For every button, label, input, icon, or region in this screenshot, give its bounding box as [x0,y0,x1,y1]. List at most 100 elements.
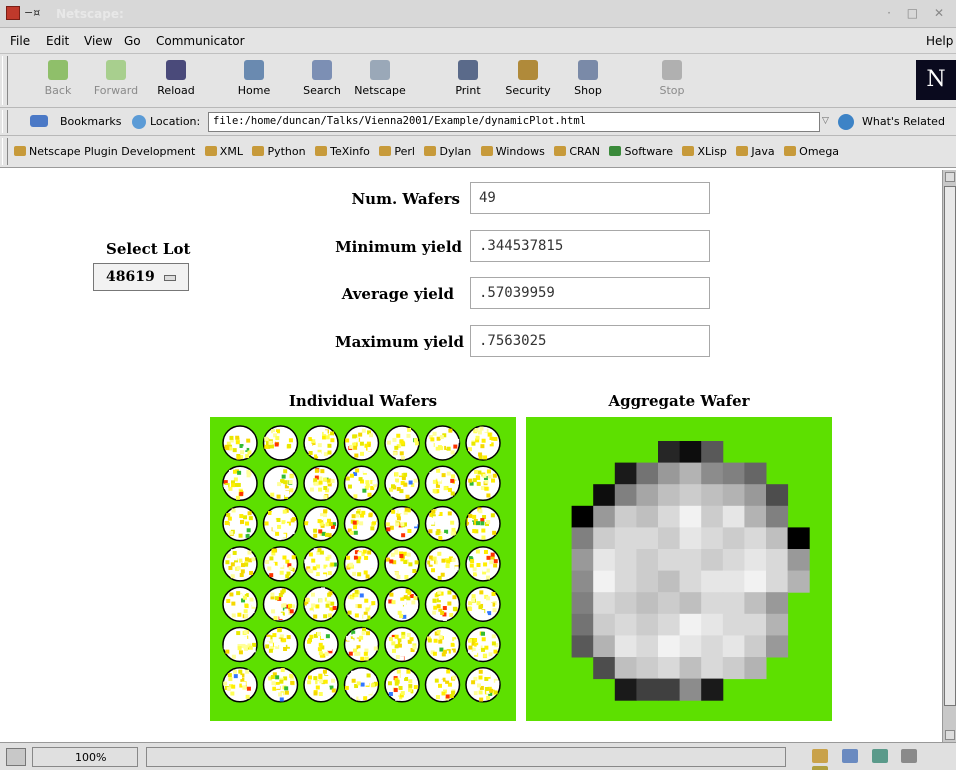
back-button[interactable]: Back [26,58,90,104]
maximum-yield-field[interactable]: .7563025 [470,325,710,357]
vertical-scrollbar[interactable] [942,170,956,742]
aggregate-cell [787,570,810,593]
bookmarks-button[interactable]: Bookmarks [60,115,121,128]
wafer [384,667,420,703]
bookmark-xml[interactable]: XML [204,145,243,158]
security-lock-icon[interactable] [6,748,26,766]
aggregate-cell [744,613,767,636]
num-wafers-field[interactable]: 49 [470,182,710,214]
whats-related-icon[interactable] [838,114,854,130]
aggregate-cell [614,484,637,507]
reload-icon [166,60,186,80]
scroll-thumb[interactable] [944,186,956,706]
aggregate-cell [658,635,681,658]
bookmark-java[interactable]: Java [736,145,775,158]
url-history-dropdown-icon[interactable]: ▽ [822,116,829,126]
home-button[interactable]: Home [222,58,286,104]
wafer [303,586,339,622]
aggregate-cell [571,505,594,528]
aggregate-cell [679,505,702,528]
status-check-icon[interactable] [812,766,828,770]
shop-button[interactable]: Shop [556,58,620,104]
wafer [424,546,461,582]
aggregate-cell [614,592,637,615]
location-icon[interactable] [132,115,146,129]
window-controls[interactable]: · □ ✕ [887,6,950,20]
toolbar-grip[interactable] [2,110,8,133]
print-button[interactable]: Print [436,58,500,104]
bookmark-texinfo[interactable]: TeXinfo [315,145,370,158]
aggregate-cell [766,505,789,528]
menu-go[interactable]: Go [124,34,141,48]
shop-icon [578,60,598,80]
menu-view[interactable]: View [84,34,112,48]
bookmarks-icon[interactable] [30,115,48,127]
addressbook-icon[interactable] [901,749,918,763]
bookmark-netscape-plugin-development[interactable]: Netscape Plugin Development [14,145,195,158]
aggregate-wafer-plot[interactable] [526,417,832,721]
window-title: Netscape: [56,7,124,21]
aggregate-cell [593,549,616,572]
bookmark-dylan[interactable]: Dylan [424,145,471,158]
mail-icon[interactable] [841,749,858,763]
wafer [424,425,461,461]
wafer [465,546,501,582]
security-button[interactable]: Security [496,58,560,104]
aggregate-cell [701,678,724,701]
aggregate-cell [744,657,767,680]
whats-related-button[interactable]: What's Related [862,115,945,128]
netscape-app-icon[interactable] [6,6,20,20]
aggregate-cell [679,570,702,593]
lot-select[interactable]: 48619 [93,263,189,291]
aggregate-cell [636,592,659,615]
wafer [465,626,501,663]
window-menu-icon[interactable]: −¤ [24,6,40,19]
minimum-yield-field[interactable]: .344537815 [470,230,710,262]
aggregate-cell [679,462,702,485]
bookmark-software[interactable]: Software [609,145,673,158]
forward-button[interactable]: Forward [84,58,148,104]
aggregate-cell [636,462,659,485]
bookmark-perl[interactable]: Perl [379,145,415,158]
wafer [384,465,420,502]
back-label: Back [44,84,72,97]
bookmark-omega[interactable]: Omega [784,145,839,158]
bookmark-cran[interactable]: CRAN [554,145,600,158]
wafer [424,465,461,502]
scroll-up-arrow-icon[interactable] [945,172,955,182]
folder-icon [554,146,567,156]
average-yield-field[interactable]: .57039959 [470,277,710,309]
menu-help[interactable]: Help [926,34,953,48]
aggregate-cell [679,484,702,507]
toolbar-grip[interactable] [2,138,8,165]
individual-wafers-plot[interactable] [210,417,516,721]
composer-icon[interactable] [871,749,888,763]
aggregate-cell [614,613,637,636]
aggregate-cell [658,505,681,528]
aggregate-cell [722,570,745,593]
option-menu-indicator-icon [164,275,176,281]
url-field[interactable]: file:/home/duncan/Talks/Vienna2001/Examp… [208,112,820,132]
reload-button[interactable]: Reload [144,58,208,104]
navigator-icon[interactable] [812,749,828,763]
scroll-down-arrow-icon[interactable] [945,730,955,740]
stop-button[interactable]: Stop [640,58,704,104]
netscape-button[interactable]: Netscape [348,58,412,104]
aggregate-cell [614,635,637,658]
netscape-throbber-logo[interactable]: N [916,60,956,100]
toolbar-grip[interactable] [2,56,8,105]
search-button[interactable]: Search [290,58,354,104]
menu-communicator[interactable]: Communicator [156,34,245,48]
aggregate-cell [722,484,745,507]
menu-file[interactable]: File [10,34,30,48]
title-bar: −¤ Netscape: · □ ✕ [0,0,956,28]
wafer [343,505,380,542]
wafer [262,626,299,663]
bookmark-windows[interactable]: Windows [480,145,545,158]
wafer [262,586,299,622]
bookmark-python[interactable]: Python [252,145,306,158]
bookmark-xlisp[interactable]: XLisp [682,145,727,158]
select-lot-label: Select Lot [106,240,191,258]
print-label: Print [455,84,481,97]
menu-edit[interactable]: Edit [46,34,69,48]
